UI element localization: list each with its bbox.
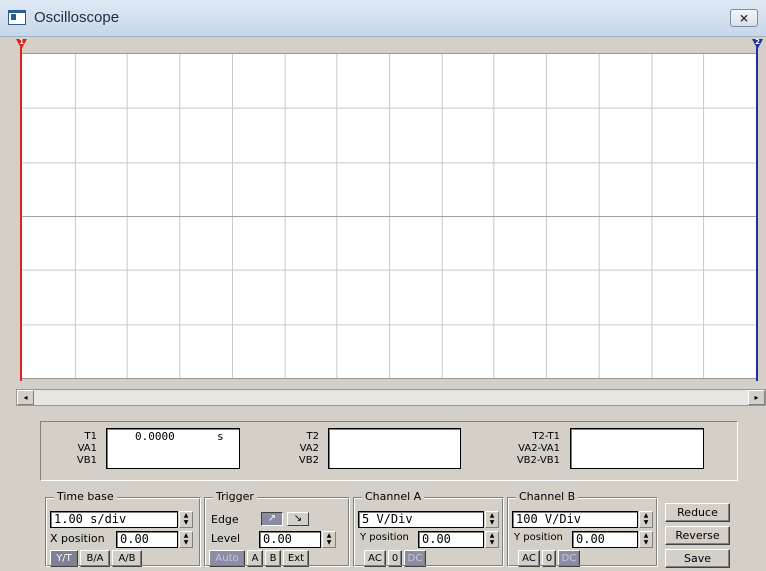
channel-a-y-position-label: Y position <box>360 532 409 543</box>
t1-label: T1 <box>84 431 97 442</box>
channel-b-y-position-field[interactable]: 0.00 <box>572 531 638 548</box>
edge-label: Edge <box>211 513 239 526</box>
channel-b-scale-field[interactable]: 100 V/Div <box>512 511 638 528</box>
close-button[interactable]: ⨯ <box>730 9 758 27</box>
trigger-level-spinner[interactable]: ▲ ▼ <box>322 531 336 548</box>
time-base-group: Time base 1.00 s/div ▲ ▼ X position 0.00… <box>45 490 201 567</box>
time-base-title: Time base <box>54 490 117 503</box>
time-base-spinner[interactable]: ▲ ▼ <box>179 511 193 528</box>
scope-display: 1 2 <box>16 37 766 387</box>
spin-down-icon[interactable]: ▼ <box>180 519 192 526</box>
cursor-1-marker[interactable]: 1 <box>16 39 27 49</box>
cursor-2-line[interactable] <box>756 47 758 381</box>
t2-label: T2 <box>306 431 319 442</box>
spin-up-icon[interactable]: ▲ <box>486 532 498 539</box>
spin-up-icon[interactable]: ▲ <box>486 512 498 519</box>
t1-value: 0.0000 <box>135 430 175 443</box>
spin-down-icon[interactable]: ▼ <box>640 539 652 546</box>
mode-yt-button[interactable]: Y/T <box>50 550 78 567</box>
trigger-group: Trigger Edge ↗ ↘ Level 0.00 ▲ ▼ Auto A B… <box>204 490 350 567</box>
trigger-auto-button[interactable]: Auto <box>209 550 245 567</box>
cursor-2-marker[interactable]: 2 <box>752 39 763 49</box>
channel-a-ac-button[interactable]: AC <box>364 550 386 567</box>
spin-down-icon[interactable]: ▼ <box>180 539 192 546</box>
channel-a-scale-field[interactable]: 5 V/Div <box>358 511 484 528</box>
trigger-title: Trigger <box>213 490 257 503</box>
channel-a-group: Channel A 5 V/Div ▲ ▼ Y position 0.00 ▲ … <box>353 490 504 567</box>
time-base-scale-field[interactable]: 1.00 s/div <box>50 511 178 528</box>
spin-down-icon[interactable]: ▼ <box>486 539 498 546</box>
spin-up-icon[interactable]: ▲ <box>180 532 192 539</box>
t1-unit: s <box>217 430 224 443</box>
x-position-field[interactable]: 0.00 <box>116 531 178 548</box>
spin-up-icon[interactable]: ▲ <box>640 512 652 519</box>
trigger-ext-button[interactable]: Ext <box>283 550 309 567</box>
channel-a-y-position-spinner[interactable]: ▲ ▼ <box>485 531 499 548</box>
rising-edge-icon[interactable]: ↗ <box>261 512 283 526</box>
measurement-readout-panel: T1 VA1 VB1 0.0000 s T2 VA2 VB2 T2-T1 VA2… <box>40 421 738 481</box>
spin-up-icon[interactable]: ▲ <box>180 512 192 519</box>
channel-b-title: Channel B <box>516 490 579 503</box>
channel-a-scale-spinner[interactable]: ▲ ▼ <box>485 511 499 528</box>
va2-va1-label: VA2-VA1 <box>518 443 560 454</box>
channel-a-dc-button[interactable]: DC <box>404 550 426 567</box>
trigger-a-button[interactable]: A <box>247 550 263 567</box>
t2-t1-label: T2-T1 <box>532 431 560 442</box>
channel-b-dc-button[interactable]: DC <box>558 550 580 567</box>
title-bar: Oscilloscope ⨯ <box>0 0 766 37</box>
channel-b-y-position-spinner[interactable]: ▲ ▼ <box>639 531 653 548</box>
scope-grid <box>20 53 758 379</box>
vb1-label: VB1 <box>76 455 97 466</box>
trigger-b-button[interactable]: B <box>265 550 281 567</box>
save-button[interactable]: Save <box>665 549 730 568</box>
channel-a-zero-button[interactable]: 0 <box>388 550 402 567</box>
t1-labels: T1 VA1 VB1 <box>61 431 97 467</box>
diff-readout-box <box>570 428 704 469</box>
mode-ba-button[interactable]: B/A <box>80 550 110 567</box>
level-label: Level <box>211 532 241 545</box>
spin-down-icon[interactable]: ▼ <box>486 519 498 526</box>
horizontal-scrollbar[interactable]: ◂ ▸ <box>16 389 766 406</box>
spin-down-icon[interactable]: ▼ <box>640 519 652 526</box>
va1-label: VA1 <box>77 443 97 454</box>
oscilloscope-app-icon <box>8 10 26 25</box>
channel-a-y-position-field[interactable]: 0.00 <box>418 531 484 548</box>
falling-edge-icon[interactable]: ↘ <box>287 512 309 526</box>
window-title: Oscilloscope <box>34 9 120 26</box>
channel-b-y-position-label: Y position <box>514 532 563 543</box>
va2-label: VA2 <box>299 443 319 454</box>
mode-ab-button[interactable]: A/B <box>112 550 142 567</box>
spin-down-icon[interactable]: ▼ <box>323 539 335 546</box>
reduce-button[interactable]: Reduce <box>665 503 730 522</box>
spin-up-icon[interactable]: ▲ <box>640 532 652 539</box>
vb2-label: VB2 <box>298 455 319 466</box>
diff-labels: T2-T1 VA2-VA1 VB2-VB1 <box>496 431 560 467</box>
spin-up-icon[interactable]: ▲ <box>323 532 335 539</box>
t2-readout-box <box>328 428 461 469</box>
x-position-spinner[interactable]: ▲ ▼ <box>179 531 193 548</box>
scroll-right-arrow-icon[interactable]: ▸ <box>748 390 765 405</box>
channel-b-group: Channel B 100 V/Div ▲ ▼ Y position 0.00 … <box>507 490 658 567</box>
scroll-left-arrow-icon[interactable]: ◂ <box>17 390 34 405</box>
t1-readout-box: 0.0000 s <box>106 428 240 469</box>
cursor-1-line[interactable] <box>20 47 22 381</box>
channel-b-scale-spinner[interactable]: ▲ ▼ <box>639 511 653 528</box>
channel-a-title: Channel A <box>362 490 425 503</box>
t2-labels: T2 VA2 VB2 <box>279 431 319 467</box>
channel-b-zero-button[interactable]: 0 <box>542 550 556 567</box>
vb2-vb1-label: VB2-VB1 <box>516 455 560 466</box>
reverse-button[interactable]: Reverse <box>665 526 730 545</box>
trigger-level-field[interactable]: 0.00 <box>259 531 321 548</box>
channel-b-ac-button[interactable]: AC <box>518 550 540 567</box>
x-position-label: X position <box>50 532 105 545</box>
